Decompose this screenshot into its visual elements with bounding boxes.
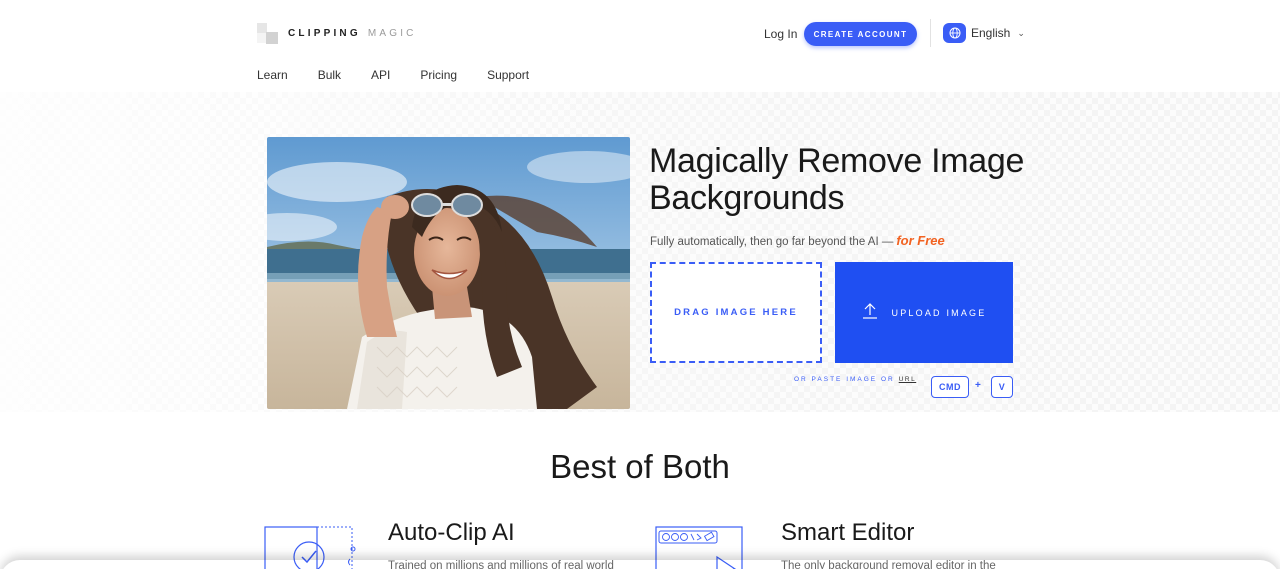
hero-subtitle: Fully automatically, then go far beyond … [650,233,945,248]
nav-item-support[interactable]: Support [487,68,529,82]
login-link[interactable]: Log In [764,27,797,41]
section-title: Best of Both [550,448,730,485]
logo-word-clipping: CLIPPING [288,28,361,39]
nav-item-api[interactable]: API [371,68,390,82]
logo[interactable]: CLIPPING MAGIC [257,23,417,44]
hero-photo [267,137,630,409]
cmd-key: CMD [931,376,969,398]
language-label: English [971,26,1011,40]
create-account-button[interactable]: CREATE ACCOUNT [804,22,917,46]
paste-hint: OR PASTE IMAGE OR URL [794,376,916,383]
v-key: V [991,376,1013,398]
nav-item-pricing[interactable]: Pricing [420,68,457,82]
upload-image-label: UPLOAD IMAGE [891,307,987,318]
drag-image-label: DRAG IMAGE HERE [674,307,798,318]
page: CLIPPING MAGIC Log In CREATE ACCOUNT Eng… [0,0,1280,569]
feature-title-auto-clip: Auto-Clip AI [388,519,515,546]
main-nav: Learn Bulk API Pricing Support [257,68,559,82]
hero-background-fade [0,92,1280,412]
nav-item-bulk[interactable]: Bulk [318,68,341,82]
bottom-panel-shadow [0,560,1280,569]
logo-word-magic: MAGIC [367,28,417,39]
feature-title-smart-editor: Smart Editor [781,519,915,546]
hero-subtitle-text: Fully automatically, then go far beyond … [650,236,894,248]
globe-icon [943,23,966,43]
key-plus: + [975,380,981,391]
chevron-down-icon: ⌄ [1017,27,1025,38]
hero-subtitle-highlight: for Free [896,233,945,248]
upload-image-button[interactable]: UPLOAD IMAGE [835,262,1013,363]
header-divider [930,19,931,47]
hero-title: Magically Remove Image Backgrounds [649,142,1025,217]
drag-drop-zone[interactable]: DRAG IMAGE HERE [650,262,822,363]
upload-icon [862,303,878,322]
paste-url-link[interactable]: URL [899,376,917,383]
language-selector[interactable]: English ⌄ [943,23,1025,43]
nav-item-learn[interactable]: Learn [257,68,288,82]
logo-mark-icon [257,23,278,44]
paste-hint-text: OR PASTE IMAGE OR [794,376,895,383]
